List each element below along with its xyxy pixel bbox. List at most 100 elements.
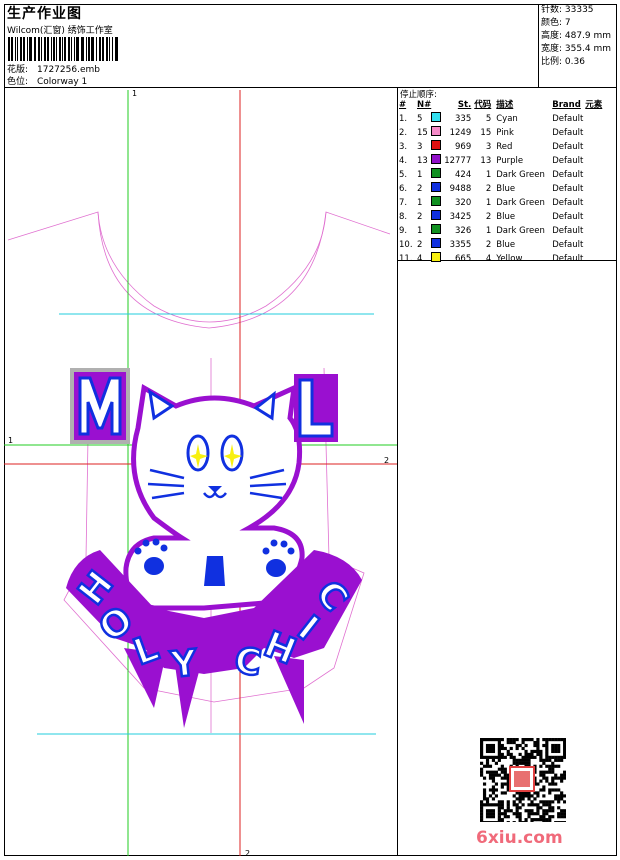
- stop-needle: 2: [417, 211, 423, 222]
- stop-index: 5.: [399, 169, 408, 180]
- stop-code: 1: [485, 197, 492, 208]
- stop-brand: Default: [552, 225, 584, 236]
- stop-element: [585, 126, 609, 140]
- stop-description: Purple: [496, 155, 524, 166]
- stop-needle: 2: [417, 239, 423, 250]
- stop-stitches: 1249: [449, 127, 472, 138]
- stop-swatch: [431, 210, 443, 224]
- stop-code: 2: [485, 239, 492, 250]
- stop-row: 4. 13 12777 13 Purple Default: [399, 154, 609, 168]
- stop-element: [585, 196, 609, 210]
- stop-swatch: [431, 140, 443, 154]
- stop-index: 2.: [399, 127, 408, 138]
- stop-row: 8. 2 3425 2 Blue Default: [399, 210, 609, 224]
- stop-sequence-panel: 停止顺序: # N# St. 代码 描述 Brand 元素 1. 5 335 5 Cya…: [397, 88, 617, 264]
- col-header-brand: Brand: [552, 100, 581, 111]
- stop-row: 9. 1 326 1 Dark Green Default: [399, 224, 609, 238]
- stop-row: 3. 3 969 3 Red Default: [399, 140, 609, 154]
- color-swatch: [431, 210, 442, 221]
- col-header-stitches: St.: [457, 100, 472, 111]
- stop-code: 2: [485, 211, 492, 222]
- stop-description: Pink: [496, 127, 514, 138]
- stop-description: Dark Green: [496, 197, 545, 208]
- stop-element: [585, 168, 609, 182]
- stop-description: Red: [496, 141, 513, 152]
- stop-index: 3.: [399, 141, 408, 152]
- stop-row: 2. 15 1249 15 Pink Default: [399, 126, 609, 140]
- stop-code: 4: [485, 253, 492, 264]
- stop-stitches: 320: [455, 197, 472, 208]
- stop-needle: 4: [417, 253, 423, 264]
- stop-code: 13: [480, 155, 492, 166]
- stop-index: 4.: [399, 155, 408, 166]
- stop-description: Dark Green: [496, 169, 545, 180]
- stop-code: 1: [485, 169, 492, 180]
- stop-swatch: [431, 154, 443, 168]
- stop-stitches: 969: [455, 141, 472, 152]
- stop-swatch: [431, 126, 443, 140]
- color-count: 颜色: 7: [541, 18, 571, 28]
- stop-swatch: [431, 182, 443, 196]
- color-swatch: [431, 252, 442, 263]
- stop-row: 10. 2 3355 2 Blue Default: [399, 238, 609, 252]
- stop-swatch: [431, 252, 443, 266]
- stop-brand: Default: [552, 211, 584, 222]
- stop-description: Cyan: [496, 113, 518, 124]
- stop-index: 6.: [399, 183, 408, 194]
- stop-element: [585, 182, 609, 196]
- stop-element: [585, 252, 609, 266]
- stop-stitches: 3425: [449, 211, 472, 222]
- col-header-needle: N#: [417, 100, 432, 111]
- arc-letter: C: [232, 640, 264, 684]
- stop-swatch: [431, 112, 443, 126]
- panel-divider: [397, 261, 398, 856]
- stop-brand: Default: [552, 239, 584, 250]
- colorway-row: 色位: Colorway 1: [7, 74, 87, 87]
- stop-code: 1: [485, 225, 492, 236]
- arc-letter: Y: [168, 643, 200, 687]
- colorway-value: Colorway 1: [37, 77, 88, 87]
- stop-code: 3: [485, 141, 492, 152]
- stop-needle: 1: [417, 197, 423, 208]
- stop-swatch: [431, 168, 443, 182]
- stop-description: Blue: [496, 239, 516, 250]
- stop-description: Blue: [496, 211, 516, 222]
- stop-element: [585, 140, 609, 154]
- stop-needle: 1: [417, 225, 423, 236]
- qr-code: [480, 738, 566, 822]
- guide-label-h1: 1: [8, 436, 13, 445]
- stop-row: 1. 5 335 5 Cyan Default: [399, 112, 609, 126]
- barcode: [8, 37, 118, 61]
- scale-ratio: 比例: 0.36: [541, 57, 585, 67]
- stop-row: 6. 2 9488 2 Blue Default: [399, 182, 609, 196]
- stop-needle: 13: [417, 155, 428, 166]
- stop-row: 7. 1 320 1 Dark Green Default: [399, 196, 609, 210]
- stop-stitches: 326: [455, 225, 472, 236]
- cat-tail: [204, 556, 225, 586]
- stop-row: 11. 4 665 4 Yellow Default: [399, 252, 609, 266]
- stop-swatch: [431, 224, 443, 238]
- stop-element: [585, 224, 609, 238]
- design-height: 高度: 487.9 mm: [541, 31, 612, 41]
- stop-needle: 5: [417, 113, 423, 124]
- color-swatch: [431, 140, 442, 151]
- color-swatch: [431, 168, 442, 179]
- stop-brand: Default: [552, 169, 584, 180]
- col-header-swatch: [431, 99, 443, 112]
- stop-description: Blue: [496, 183, 516, 194]
- stop-row: 5. 1 424 1 Dark Green Default: [399, 168, 609, 182]
- stop-needle: 1: [417, 169, 423, 180]
- stop-code: 2: [485, 183, 492, 194]
- stop-index: 11.: [399, 253, 413, 264]
- stop-index: 7.: [399, 197, 408, 208]
- color-swatch: [431, 154, 442, 165]
- color-swatch: [431, 112, 442, 123]
- stop-brand: Default: [552, 183, 584, 194]
- stop-description: Dark Green: [496, 225, 545, 236]
- stop-brand: Default: [552, 113, 584, 124]
- stop-element: [585, 112, 609, 126]
- stop-swatch: [431, 238, 443, 252]
- color-swatch: [431, 224, 442, 235]
- neckline-outline: [7, 211, 391, 329]
- color-swatch: [431, 196, 442, 207]
